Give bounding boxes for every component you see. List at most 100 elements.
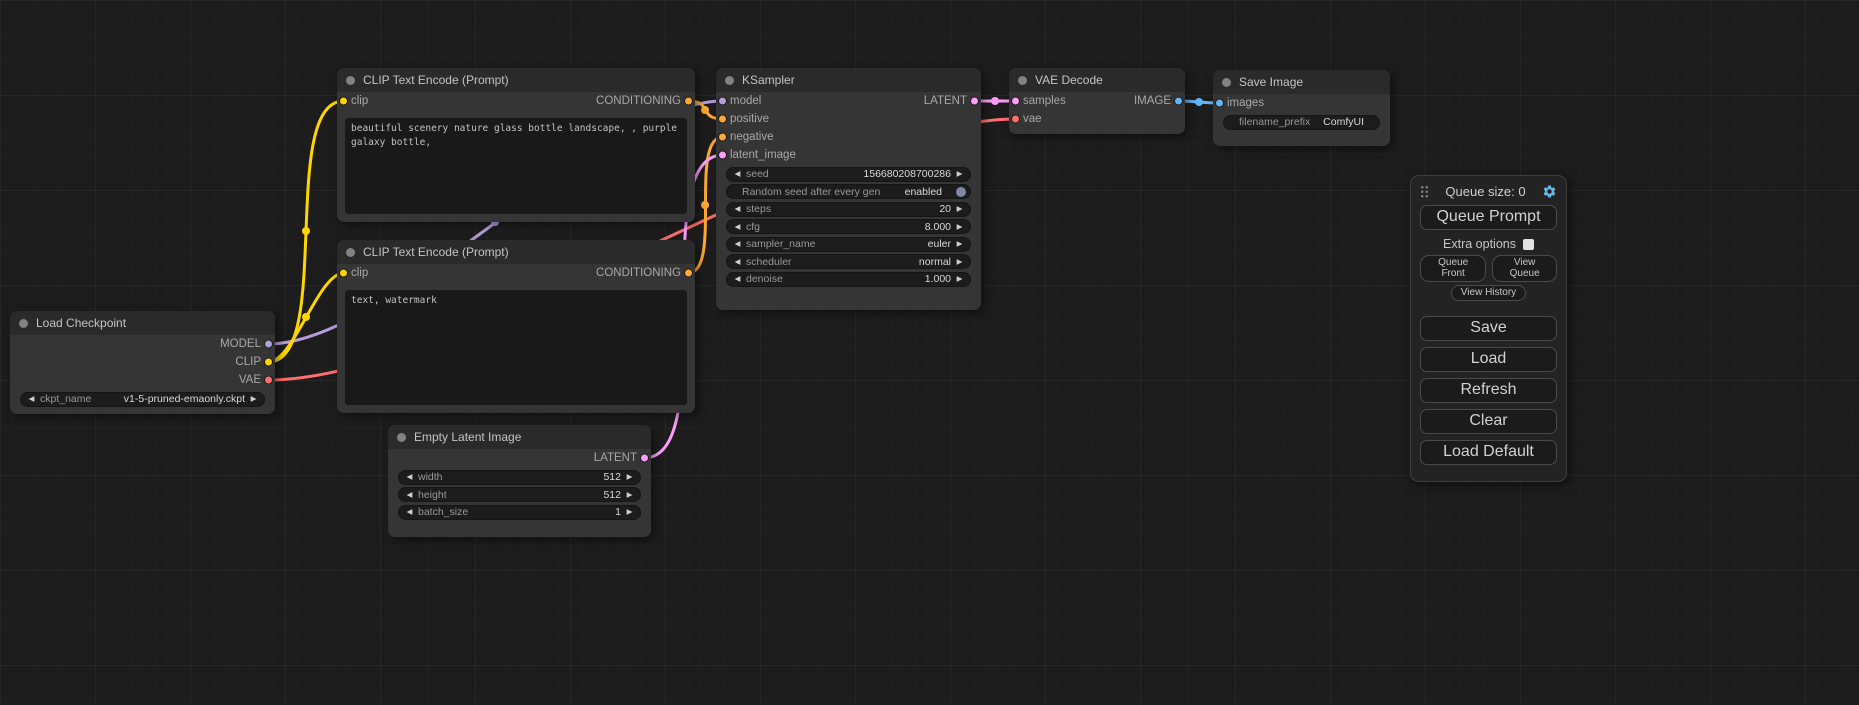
input-slot-latent-image[interactable]: [718, 151, 727, 160]
node-clip-text-encode-positive[interactable]: CLIP Text Encode (Prompt) clip CONDITION…: [337, 68, 695, 222]
widget-label: scheduler: [746, 256, 792, 268]
widget-value: 8.000: [925, 221, 951, 233]
node-save-image[interactable]: Save Image images filename_prefix ComfyU…: [1213, 70, 1390, 146]
input-slot-images[interactable]: [1215, 99, 1224, 108]
output-slot-image[interactable]: [1174, 97, 1183, 106]
output-slot-label-latent: LATENT: [924, 95, 967, 107]
gear-icon[interactable]: [1541, 183, 1557, 199]
increment-arrow-icon[interactable]: ▶: [954, 240, 965, 248]
output-slot-vae[interactable]: [264, 376, 273, 385]
widget-ckpt-name[interactable]: ◀ ckpt_name v1-5-pruned-emaonly.ckpt ▶: [20, 392, 265, 407]
widget-label: ckpt_name: [40, 393, 91, 405]
increment-arrow-icon[interactable]: ▶: [954, 170, 965, 178]
increment-arrow-icon[interactable]: ▶: [624, 473, 635, 481]
node-collapse-dot[interactable]: [1222, 78, 1231, 87]
increment-arrow-icon[interactable]: ▶: [248, 395, 259, 403]
input-slot-positive[interactable]: [718, 115, 727, 124]
input-slot-negative[interactable]: [718, 133, 727, 142]
load-default-button[interactable]: Load Default: [1420, 440, 1557, 465]
node-clip-text-encode-negative[interactable]: CLIP Text Encode (Prompt) clip CONDITION…: [337, 240, 695, 413]
clear-button[interactable]: Clear: [1420, 409, 1557, 434]
widget-label: filename_prefix: [1239, 116, 1310, 128]
decrement-arrow-icon[interactable]: ◀: [732, 258, 743, 266]
decrement-arrow-icon[interactable]: ◀: [732, 223, 743, 231]
input-slot-vae[interactable]: [1011, 115, 1020, 124]
output-slot-label-latent: LATENT: [594, 452, 637, 464]
widget-label: batch_size: [418, 506, 468, 518]
output-slot-conditioning[interactable]: [684, 269, 693, 278]
input-slot-model[interactable]: [718, 97, 727, 106]
output-slot-label-image: IMAGE: [1134, 95, 1171, 107]
widget-cfg[interactable]: ◀ cfg 8.000 ▶: [726, 219, 971, 234]
widget-seed[interactable]: ◀ seed 156680208700286 ▶: [726, 167, 971, 182]
node-ksampler[interactable]: KSampler model LATENT positive negative …: [716, 68, 981, 310]
save-button[interactable]: Save: [1420, 316, 1557, 341]
output-slot-latent[interactable]: [970, 97, 979, 106]
extra-options-checkbox[interactable]: [1523, 239, 1534, 250]
output-slot-clip[interactable]: [264, 358, 273, 367]
prompt-textarea[interactable]: beautiful scenery nature glass bottle la…: [345, 118, 687, 214]
wire-midpoint-dot: [991, 97, 999, 105]
decrement-arrow-icon[interactable]: ◀: [26, 395, 37, 403]
increment-arrow-icon[interactable]: ▶: [954, 205, 965, 213]
node-title: Empty Latent Image: [414, 430, 521, 444]
widget-random-seed-toggle[interactable]: Random seed after every gen enabled: [726, 184, 971, 199]
input-slot-samples[interactable]: [1011, 97, 1020, 106]
node-title-bar[interactable]: Empty Latent Image: [388, 425, 651, 449]
output-slot-conditioning[interactable]: [684, 97, 693, 106]
widget-value: ComfyUI: [1323, 116, 1364, 128]
decrement-arrow-icon[interactable]: ◀: [732, 205, 743, 213]
drag-handle-icon[interactable]: [1420, 184, 1430, 198]
widget-value: 1.000: [925, 273, 951, 285]
widget-height[interactable]: ◀ height 512 ▶: [398, 487, 641, 502]
widget-value: 512: [603, 489, 621, 501]
refresh-button[interactable]: Refresh: [1420, 378, 1557, 403]
node-title-bar[interactable]: Load Checkpoint: [10, 311, 275, 335]
widget-scheduler[interactable]: ◀ scheduler normal ▶: [726, 254, 971, 269]
view-queue-button[interactable]: View Queue: [1492, 255, 1557, 282]
node-collapse-dot[interactable]: [19, 319, 28, 328]
node-title-bar[interactable]: CLIP Text Encode (Prompt): [337, 68, 695, 92]
decrement-arrow-icon[interactable]: ◀: [732, 275, 743, 283]
increment-arrow-icon[interactable]: ▶: [954, 223, 965, 231]
widget-denoise[interactable]: ◀ denoise 1.000 ▶: [726, 272, 971, 287]
increment-arrow-icon[interactable]: ▶: [954, 275, 965, 283]
queue-prompt-button[interactable]: Queue Prompt: [1420, 205, 1557, 230]
widget-filename-prefix[interactable]: filename_prefix ComfyUI: [1223, 115, 1380, 130]
widget-sampler-name[interactable]: ◀ sampler_name euler ▶: [726, 237, 971, 252]
node-empty-latent-image[interactable]: Empty Latent Image LATENT ◀ width 512 ▶ …: [388, 425, 651, 537]
widget-value: v1-5-pruned-emaonly.ckpt: [124, 393, 245, 405]
node-title-bar[interactable]: CLIP Text Encode (Prompt): [337, 240, 695, 264]
node-collapse-dot[interactable]: [397, 433, 406, 442]
view-history-button[interactable]: View History: [1451, 285, 1526, 301]
widget-batch-size[interactable]: ◀ batch_size 1 ▶: [398, 505, 641, 520]
node-collapse-dot[interactable]: [1018, 76, 1027, 85]
decrement-arrow-icon[interactable]: ◀: [404, 508, 415, 516]
node-collapse-dot[interactable]: [346, 76, 355, 85]
decrement-arrow-icon[interactable]: ◀: [404, 473, 415, 481]
prompt-textarea[interactable]: text, watermark: [345, 290, 687, 405]
decrement-arrow-icon[interactable]: ◀: [404, 491, 415, 499]
node-title-bar[interactable]: KSampler: [716, 68, 981, 92]
increment-arrow-icon[interactable]: ▶: [954, 258, 965, 266]
toggle-knob[interactable]: [956, 187, 966, 197]
widget-width[interactable]: ◀ width 512 ▶: [398, 470, 641, 485]
decrement-arrow-icon[interactable]: ◀: [732, 170, 743, 178]
decrement-arrow-icon[interactable]: ◀: [732, 240, 743, 248]
queue-front-button[interactable]: Queue Front: [1420, 255, 1486, 282]
input-slot-clip[interactable]: [339, 269, 348, 278]
node-vae-decode[interactable]: VAE Decode samples IMAGE vae: [1009, 68, 1185, 134]
node-collapse-dot[interactable]: [725, 76, 734, 85]
widget-steps[interactable]: ◀ steps 20 ▶: [726, 202, 971, 217]
output-slot-model[interactable]: [264, 340, 273, 349]
node-title-bar[interactable]: VAE Decode: [1009, 68, 1185, 92]
node-collapse-dot[interactable]: [346, 248, 355, 257]
input-slot-clip[interactable]: [339, 97, 348, 106]
increment-arrow-icon[interactable]: ▶: [624, 508, 635, 516]
increment-arrow-icon[interactable]: ▶: [624, 491, 635, 499]
node-load-checkpoint[interactable]: Load Checkpoint MODEL CLIP VAE ◀ ckpt_na…: [10, 311, 275, 414]
widget-value: euler: [928, 238, 951, 250]
node-title-bar[interactable]: Save Image: [1213, 70, 1390, 94]
output-slot-latent[interactable]: [640, 454, 649, 463]
load-button[interactable]: Load: [1420, 347, 1557, 372]
